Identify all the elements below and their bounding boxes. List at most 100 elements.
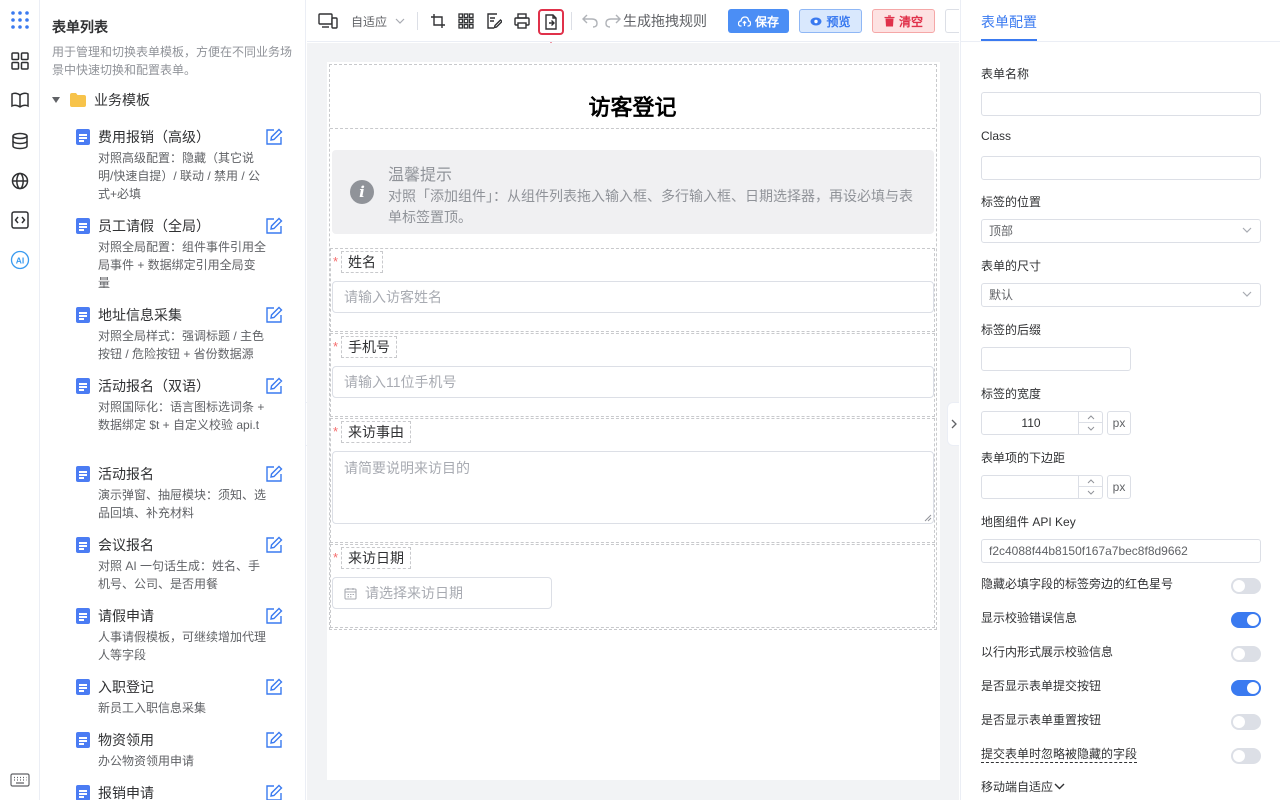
code-icon[interactable] xyxy=(9,209,31,231)
toggle-switch[interactable] xyxy=(1231,646,1261,662)
apps-grid-icon[interactable] xyxy=(9,9,31,31)
map-key-label: 地图组件 API Key xyxy=(981,515,1076,529)
field-label-name: 姓名 xyxy=(341,251,383,273)
template-list-panel: 表单列表 用于管理和切换表单模板，方便在不同业务场景中快速切换和配置表单。 业务… xyxy=(40,0,306,800)
chevron-down-icon xyxy=(395,18,405,24)
label-width-value: 110 xyxy=(1021,416,1041,430)
toggle-switch[interactable] xyxy=(1231,680,1261,696)
info-icon: i xyxy=(350,180,374,204)
toggle-label: 是否显示表单提交按钮 xyxy=(981,679,1102,693)
form-size-select[interactable]: 默认 xyxy=(981,283,1261,307)
required-star: * xyxy=(333,254,339,269)
label-position-select[interactable]: 顶部 xyxy=(981,219,1261,243)
stepper-down-icon[interactable] xyxy=(1079,487,1102,498)
label-suffix-input[interactable] xyxy=(981,347,1131,371)
toggle-label: 是否显示表单重置按钮 xyxy=(981,713,1102,727)
toggle-label: 隐藏必填字段的标签旁边的红色星号 xyxy=(981,577,1174,591)
keyboard-icon[interactable] xyxy=(9,769,31,791)
globe-icon[interactable] xyxy=(9,170,31,192)
mobile-adaptive-toggle[interactable]: 移动端自适应 xyxy=(981,778,1065,795)
ai-icon[interactable]: AI xyxy=(9,249,31,271)
print-icon[interactable] xyxy=(514,10,530,32)
undo-icon[interactable] xyxy=(582,10,598,32)
import-button[interactable] xyxy=(538,9,564,35)
divider xyxy=(330,128,935,129)
form-size-value: 默认 xyxy=(989,288,1014,302)
item-margin-stepper[interactable] xyxy=(981,475,1103,499)
name-input[interactable]: 请输入访客姓名 xyxy=(332,281,934,313)
toggle-switch[interactable] xyxy=(1231,578,1261,594)
collapse-right-button[interactable] xyxy=(947,402,959,446)
edit-icon[interactable] xyxy=(265,678,283,696)
icon-rail: AI xyxy=(0,0,40,800)
edit-icon[interactable] xyxy=(265,465,283,483)
calendar-icon xyxy=(344,588,357,600)
label-width-label: 标签的宽度 xyxy=(981,387,1042,401)
device-select[interactable]: 自适应 xyxy=(351,10,405,32)
template-name: 地址信息采集 xyxy=(98,307,182,323)
class-input[interactable] xyxy=(981,156,1261,180)
stepper-up-icon[interactable] xyxy=(1079,412,1102,423)
redo-generate-button[interactable]: 生成拖拽规则 xyxy=(605,10,707,32)
redo-icon xyxy=(605,14,621,28)
label-position-label: 标签的位置 xyxy=(981,195,1042,209)
toggle-switch[interactable] xyxy=(1231,748,1261,764)
edit-doc-icon[interactable] xyxy=(486,10,502,32)
folder-icon xyxy=(70,93,86,107)
resize-handle-icon[interactable] xyxy=(924,514,932,522)
date-picker[interactable]: 请选择来访日期 xyxy=(332,577,552,609)
template-description: 演示弹窗、抽屉模块：须知、选品回填、补充材料 xyxy=(98,488,267,520)
book-icon[interactable] xyxy=(9,89,31,111)
form-name-input[interactable] xyxy=(981,92,1261,116)
toggle-switch[interactable] xyxy=(1231,714,1261,730)
edit-icon[interactable] xyxy=(265,128,283,146)
grid-icon[interactable] xyxy=(458,10,474,32)
document-icon xyxy=(76,537,90,553)
edit-icon[interactable] xyxy=(265,217,283,235)
field-label-reason: 来访事由 xyxy=(341,421,411,443)
document-icon xyxy=(76,732,90,748)
template-description: 对照 AI 一句话生成：姓名、手机号、公司、是否用餐 xyxy=(98,559,261,591)
reason-textarea[interactable]: 请简要说明来访目的 xyxy=(332,451,934,524)
device-icon[interactable] xyxy=(318,10,338,32)
field-label-date: 来访日期 xyxy=(341,547,411,569)
database-icon[interactable] xyxy=(9,130,31,152)
crop-icon[interactable] xyxy=(430,10,446,32)
edit-icon[interactable] xyxy=(265,306,283,324)
edit-icon[interactable] xyxy=(265,784,283,800)
document-icon xyxy=(76,608,90,624)
stepper-up-icon[interactable] xyxy=(1079,476,1102,487)
device-select-value: 自适应 xyxy=(351,14,388,29)
toggle-switch[interactable] xyxy=(1231,612,1261,628)
phone-input[interactable]: 请输入11位手机号 xyxy=(332,366,934,398)
clear-button[interactable]: 清空 xyxy=(872,9,935,33)
stepper-down-icon[interactable] xyxy=(1079,423,1102,434)
edit-icon[interactable] xyxy=(265,377,283,395)
save-button[interactable]: 保存 xyxy=(728,9,789,33)
unit-label: px xyxy=(1107,411,1131,435)
document-icon xyxy=(76,785,90,800)
class-label: Class xyxy=(981,129,1012,143)
edit-icon[interactable] xyxy=(265,731,283,749)
mobile-adaptive-label: 移动端自适应 xyxy=(981,780,1054,794)
template-name: 员工请假（全局） xyxy=(98,218,210,234)
preview-button[interactable]: 预览 xyxy=(799,9,862,33)
template-name: 物资领用 xyxy=(98,732,154,748)
components-icon[interactable] xyxy=(9,50,31,72)
form-title: 访客登记 xyxy=(588,95,677,120)
template-name: 报销申请 xyxy=(98,785,154,800)
document-icon xyxy=(76,129,90,145)
cloud-upload-icon xyxy=(737,15,751,27)
label-width-stepper[interactable]: 110 xyxy=(981,411,1103,435)
unit-label: px xyxy=(1107,475,1131,499)
folder-business-templates[interactable]: 业务模板 xyxy=(52,90,150,110)
document-icon xyxy=(76,307,90,323)
template-name: 会议报名 xyxy=(98,537,154,553)
more-button[interactable] xyxy=(945,9,959,33)
map-key-input[interactable]: f2c4088f44b8150f167a7bec8f8d9662 xyxy=(981,539,1261,563)
tab-form-config[interactable]: 表单配置 xyxy=(981,12,1037,32)
edit-icon[interactable] xyxy=(265,536,283,554)
caret-down-icon[interactable] xyxy=(52,97,60,103)
folder-label: 业务模板 xyxy=(94,92,150,108)
edit-icon[interactable] xyxy=(265,607,283,625)
